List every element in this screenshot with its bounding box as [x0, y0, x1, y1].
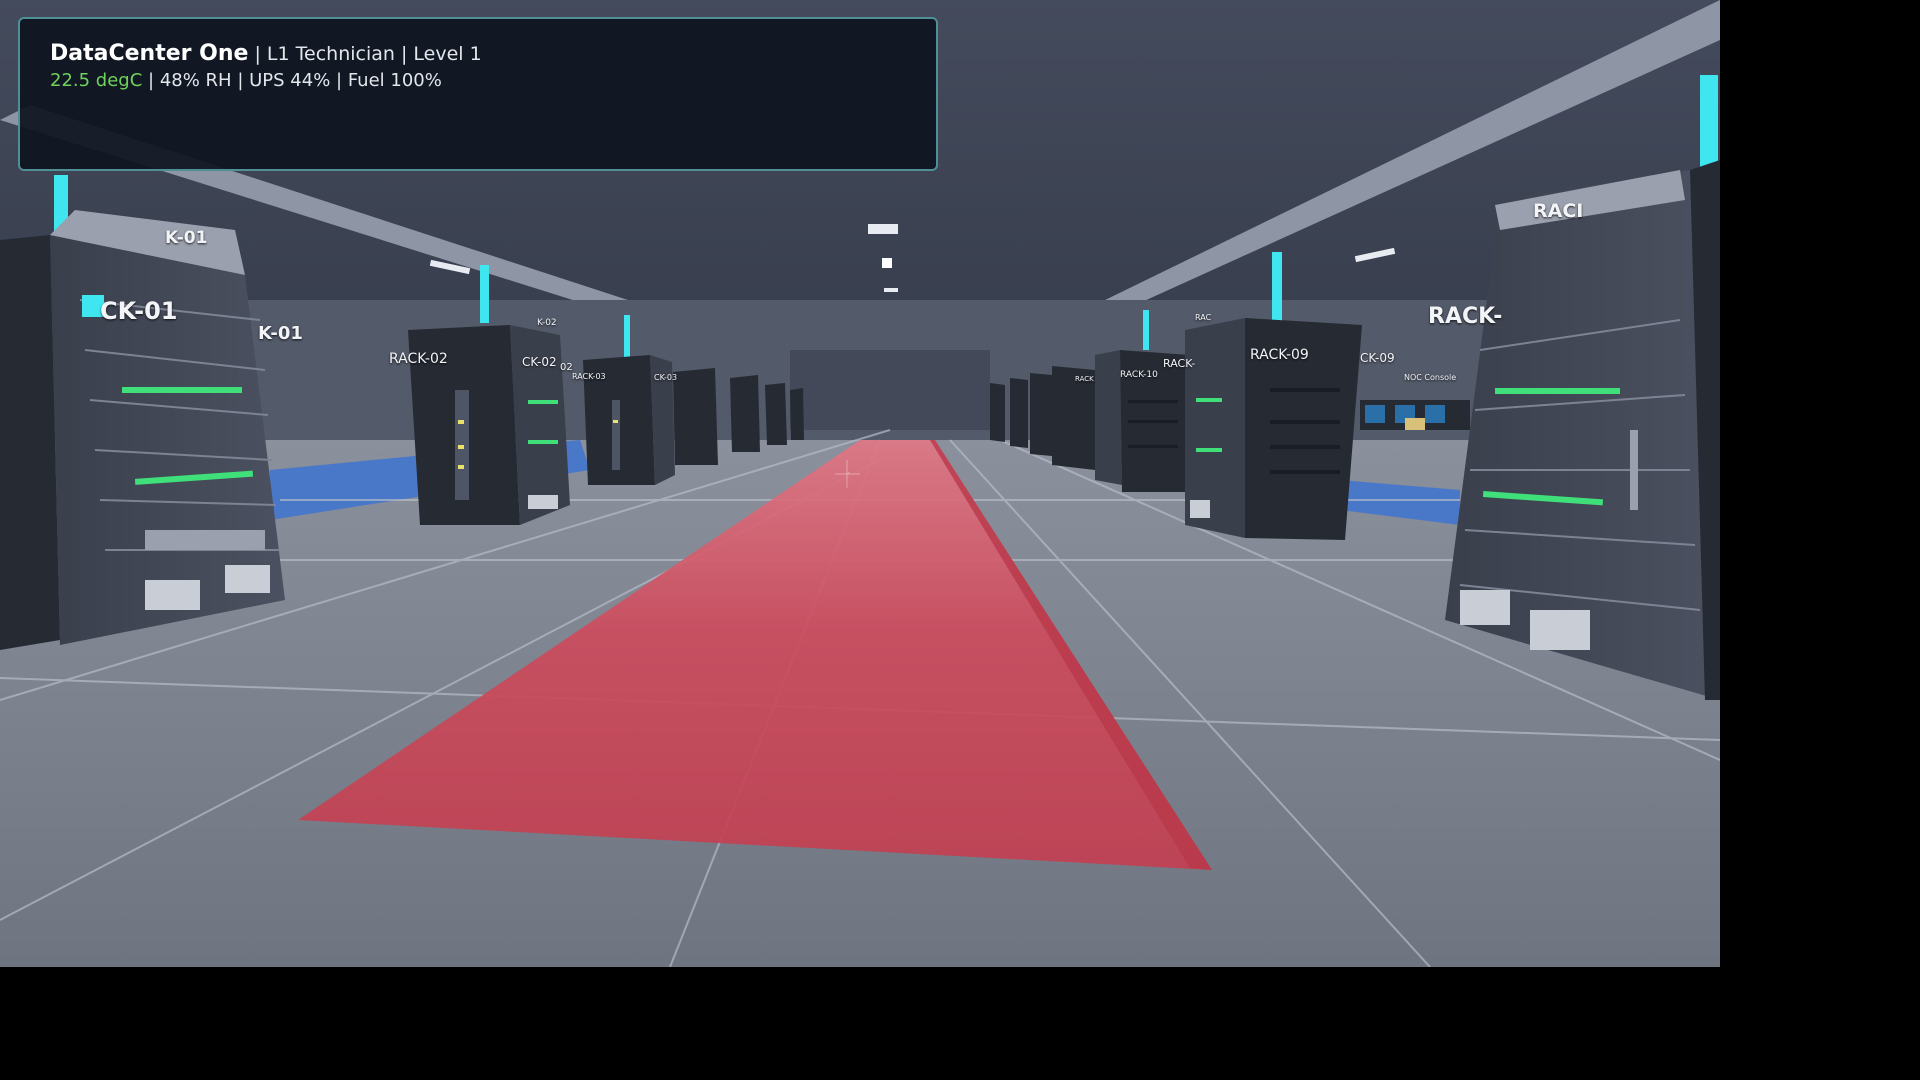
ups-readout: UPS 44% [249, 70, 331, 91]
rack-label: RACI [1533, 200, 1584, 222]
hud-separator: | [231, 70, 250, 91]
accent-light [1272, 252, 1282, 322]
rack-label: RACK-02 [389, 351, 448, 367]
rack-label: CK-01 [100, 297, 178, 325]
hud-header: DataCenter One | L1 Technician | Level 1 [50, 41, 482, 66]
hud-separator: | [394, 43, 414, 65]
rack-label: CK-02 [522, 355, 557, 369]
ceiling-light [882, 258, 892, 268]
hud-stats: 22.5 degC | 48% RH | UPS 44% | Fuel 100% [50, 70, 442, 91]
temperature-readout: 22.5 degC [50, 70, 143, 91]
accent-light [624, 315, 630, 360]
level-label: Level 1 [413, 43, 482, 65]
accent-light [1143, 310, 1149, 350]
hud-separator: | [142, 70, 160, 91]
rack-label: K-01 [258, 323, 303, 344]
accent-light [480, 265, 489, 323]
rack-label: RACK-10 [1120, 370, 1158, 380]
rack-label: RACK-09 [1250, 347, 1309, 363]
ceiling-light [868, 224, 898, 234]
role-label: L1 Technician [266, 43, 395, 65]
hud-separator: | [248, 43, 267, 65]
game-viewport[interactable]: K-01 CK-01 K-01 RACK-02 CK-02 K-02 02 RA… [0, 0, 1720, 967]
rack-label: CK-09 [1360, 351, 1395, 365]
status-hud: DataCenter One | L1 Technician | Level 1… [18, 17, 938, 171]
hud-separator: | [330, 70, 348, 91]
fuel-readout: Fuel 100% [347, 70, 442, 91]
rack-label: 02 [560, 362, 573, 373]
rack-label: RACK- [1163, 357, 1196, 370]
rack-label: K-02 [537, 318, 557, 328]
noc-console[interactable] [1360, 400, 1470, 430]
rack-label: RACK [1075, 375, 1094, 383]
rack-label: RACK- [1428, 304, 1503, 329]
rack-label: K-01 [165, 228, 208, 248]
rack-label: RACK-03 [572, 372, 606, 381]
humidity-readout: 48% RH [159, 70, 232, 91]
rack-left-foreground[interactable] [0, 210, 285, 650]
facility-name: DataCenter One [50, 41, 249, 66]
rack-label: NOC Console [1404, 373, 1457, 382]
ceiling-light [884, 288, 898, 292]
rack-label: CK-03 [654, 373, 678, 382]
far-wall [790, 350, 990, 430]
rack-label: RAC [1195, 313, 1212, 322]
